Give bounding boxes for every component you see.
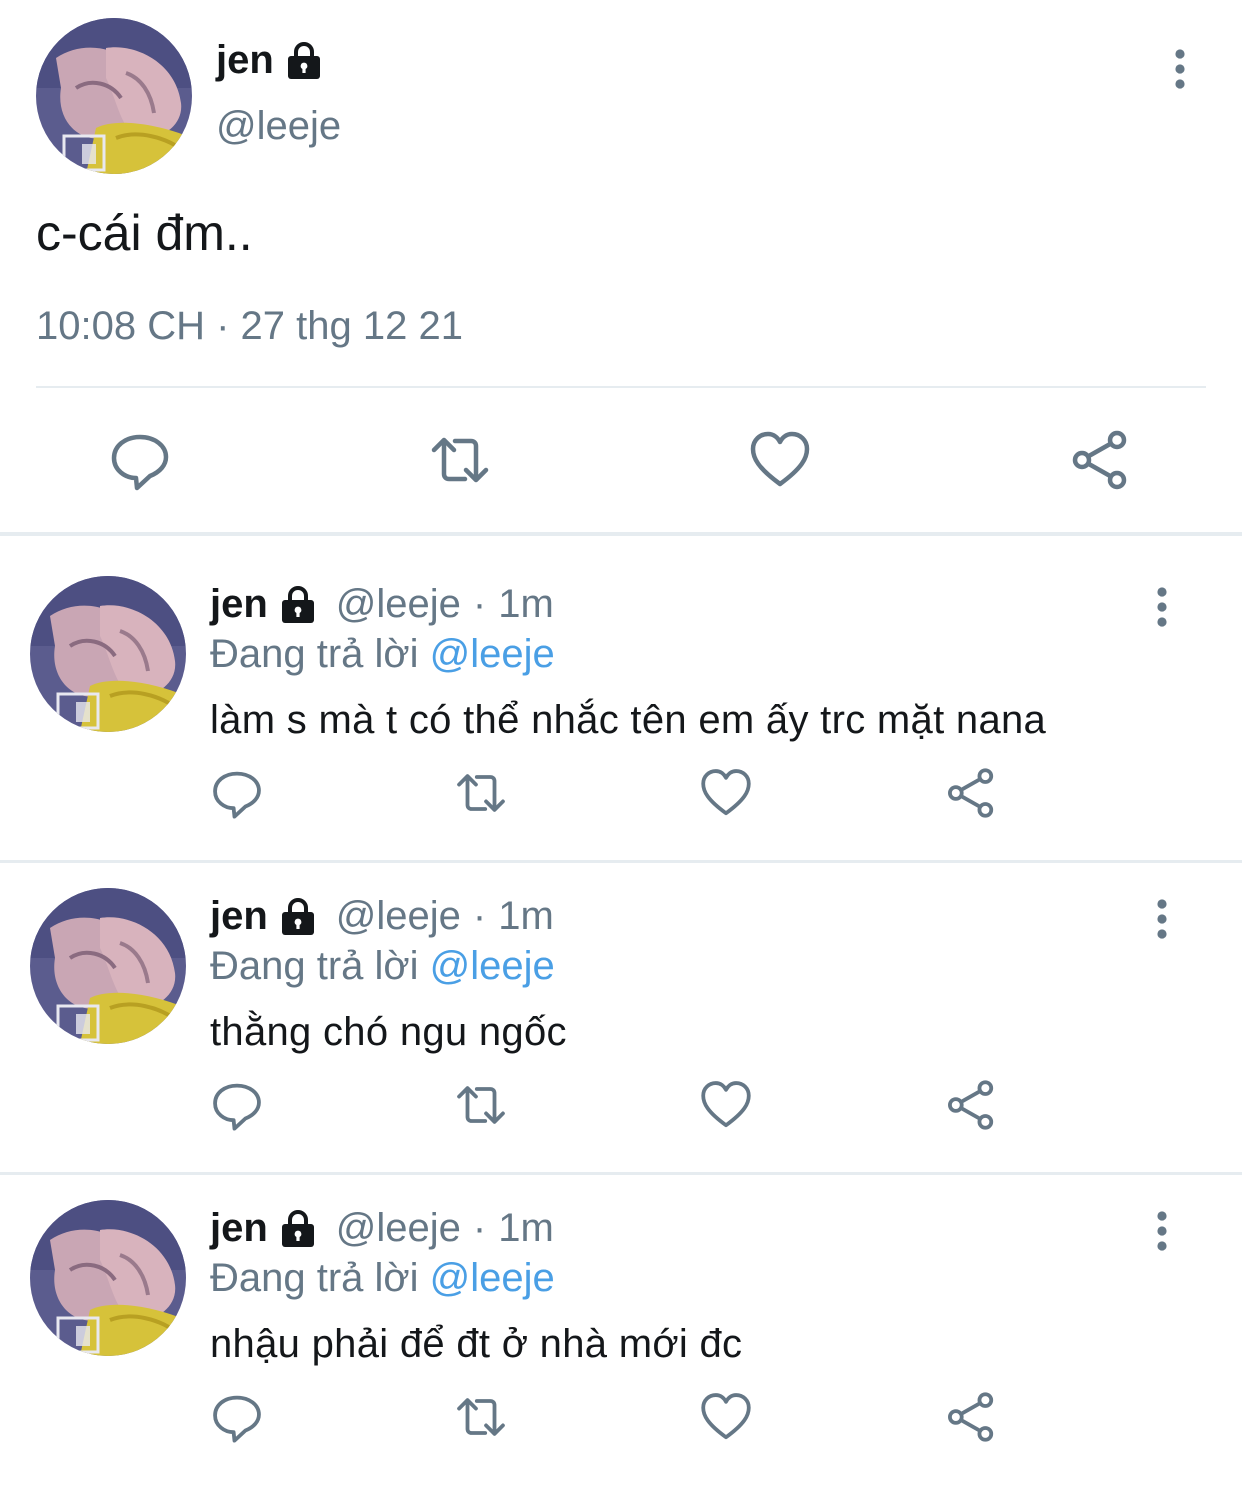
like-icon[interactable] <box>748 428 812 492</box>
avatar[interactable] <box>30 888 186 1044</box>
retweet-icon[interactable] <box>454 1078 508 1132</box>
main-tweet: jen @leeje c-cái đm.. 10:08 CH · 27 thg … <box>0 0 1242 532</box>
author-handle[interactable]: @leeje <box>336 1206 461 1251</box>
tweet-text: nhậu phải để đt ở nhà mới đc <box>210 1322 743 1366</box>
retweet-icon[interactable] <box>454 1390 508 1444</box>
tweet-text: c-cái đm.. <box>36 205 253 261</box>
tweet-age: 1m <box>498 1206 554 1250</box>
mention-link[interactable]: @leeje <box>430 944 555 988</box>
reply-icon[interactable] <box>210 1390 264 1444</box>
replying-label: Đang trả lời <box>210 632 419 676</box>
author-handle[interactable]: @leeje <box>216 104 341 149</box>
share-icon[interactable] <box>1068 428 1132 492</box>
mention-link[interactable]: @leeje <box>430 1256 555 1300</box>
retweet-icon[interactable] <box>454 766 508 820</box>
author-handle[interactable]: @leeje <box>336 894 461 939</box>
reply-tweet[interactable]: jen @leeje · 1m Đang trả lời @leeje nhậu… <box>0 1160 1242 1472</box>
like-icon[interactable] <box>699 1078 753 1132</box>
author-row: jen <box>216 38 324 83</box>
lock-icon <box>278 1209 318 1249</box>
more-icon[interactable] <box>1160 46 1200 92</box>
lock-icon <box>278 585 318 625</box>
author-name[interactable]: jen <box>216 38 274 83</box>
reply-header: jen @leeje · 1m <box>210 894 554 939</box>
share-icon[interactable] <box>944 1078 998 1132</box>
tweet-age: 1m <box>498 894 554 938</box>
avatar[interactable] <box>30 576 186 732</box>
lock-icon <box>284 41 324 81</box>
replying-to: Đang trả lời @leeje <box>210 1256 555 1301</box>
share-icon[interactable] <box>944 1390 998 1444</box>
like-icon[interactable] <box>699 1390 753 1444</box>
tweet-text: làm s mà t có thể nhắc tên em ấy trc mặt… <box>210 698 1047 742</box>
lock-icon <box>278 897 318 937</box>
separator-dot: · <box>472 582 487 626</box>
more-icon[interactable] <box>1142 896 1182 942</box>
reply-header: jen @leeje · 1m <box>210 582 554 627</box>
share-icon[interactable] <box>944 766 998 820</box>
author-handle[interactable]: @leeje <box>336 582 461 627</box>
separator-dot: · <box>472 1206 487 1250</box>
tweet-age: 1m <box>498 582 554 626</box>
reply-tweet[interactable]: jen @leeje · 1m Đang trả lời @leeje thằn… <box>0 848 1242 1160</box>
more-icon[interactable] <box>1142 584 1182 630</box>
reply-icon[interactable] <box>108 428 172 492</box>
reply-tweet[interactable]: jen @leeje · 1m Đang trả lời @leeje làm … <box>0 536 1242 848</box>
tweet-text: thằng chó ngu ngốc <box>210 1010 567 1054</box>
tweet-timestamp: 10:08 CH · 27 thg 12 21 <box>36 304 463 348</box>
author-name[interactable]: jen <box>210 1206 268 1251</box>
mention-link[interactable]: @leeje <box>430 632 555 676</box>
replying-label: Đang trả lời <box>210 944 419 988</box>
author-name[interactable]: jen <box>210 894 268 939</box>
separator-dot: · <box>472 894 487 938</box>
replying-to: Đang trả lời @leeje <box>210 944 555 989</box>
retweet-icon[interactable] <box>428 428 492 492</box>
divider <box>36 386 1206 388</box>
reply-icon[interactable] <box>210 1078 264 1132</box>
avatar[interactable] <box>30 1200 186 1356</box>
reply-icon[interactable] <box>210 766 264 820</box>
replying-to: Đang trả lời @leeje <box>210 632 555 677</box>
replying-label: Đang trả lời <box>210 1256 419 1300</box>
reply-header: jen @leeje · 1m <box>210 1206 554 1251</box>
author-name[interactable]: jen <box>210 582 268 627</box>
more-icon[interactable] <box>1142 1208 1182 1254</box>
avatar[interactable] <box>36 18 192 174</box>
like-icon[interactable] <box>699 766 753 820</box>
